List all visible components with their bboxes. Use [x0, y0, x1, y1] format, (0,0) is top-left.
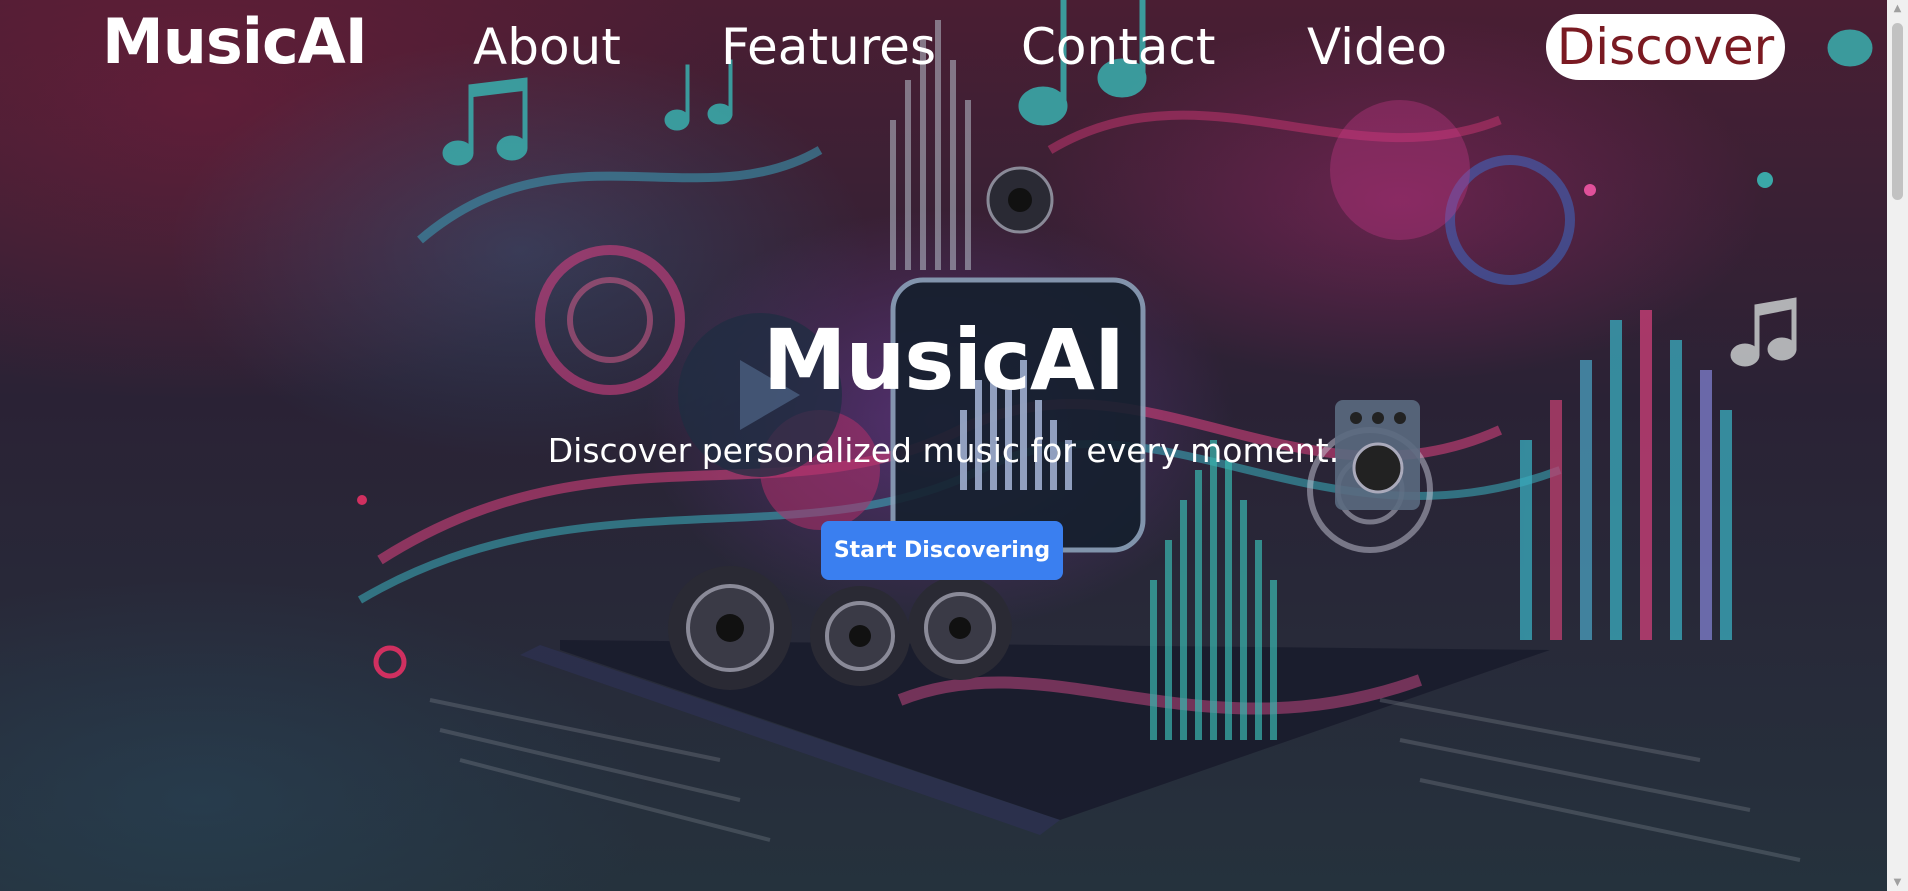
nav-link-video[interactable]: Video [1307, 12, 1447, 82]
top-navigation: MusicAI About Features Contact Video Dis… [0, 0, 1887, 95]
vertical-scrollbar[interactable]: ▲ ▼ [1887, 0, 1908, 891]
nav-link-features[interactable]: Features [721, 12, 936, 82]
page: MusicAI About Features Contact Video Dis… [0, 0, 1908, 891]
discover-button[interactable]: Discover [1546, 14, 1785, 80]
scroll-up-arrow-icon[interactable]: ▲ [1887, 0, 1908, 17]
nav-link-about[interactable]: About [473, 12, 621, 82]
hero-title: MusicAI [762, 311, 1125, 409]
nav-link-contact[interactable]: Contact [1021, 12, 1216, 82]
site-logo[interactable]: MusicAI [102, 4, 368, 79]
hero-subtitle: Discover personalized music for every mo… [547, 431, 1340, 470]
start-discovering-button[interactable]: Start Discovering [821, 521, 1063, 580]
scroll-down-arrow-icon[interactable]: ▼ [1887, 874, 1908, 891]
scrollbar-thumb[interactable] [1892, 23, 1903, 200]
